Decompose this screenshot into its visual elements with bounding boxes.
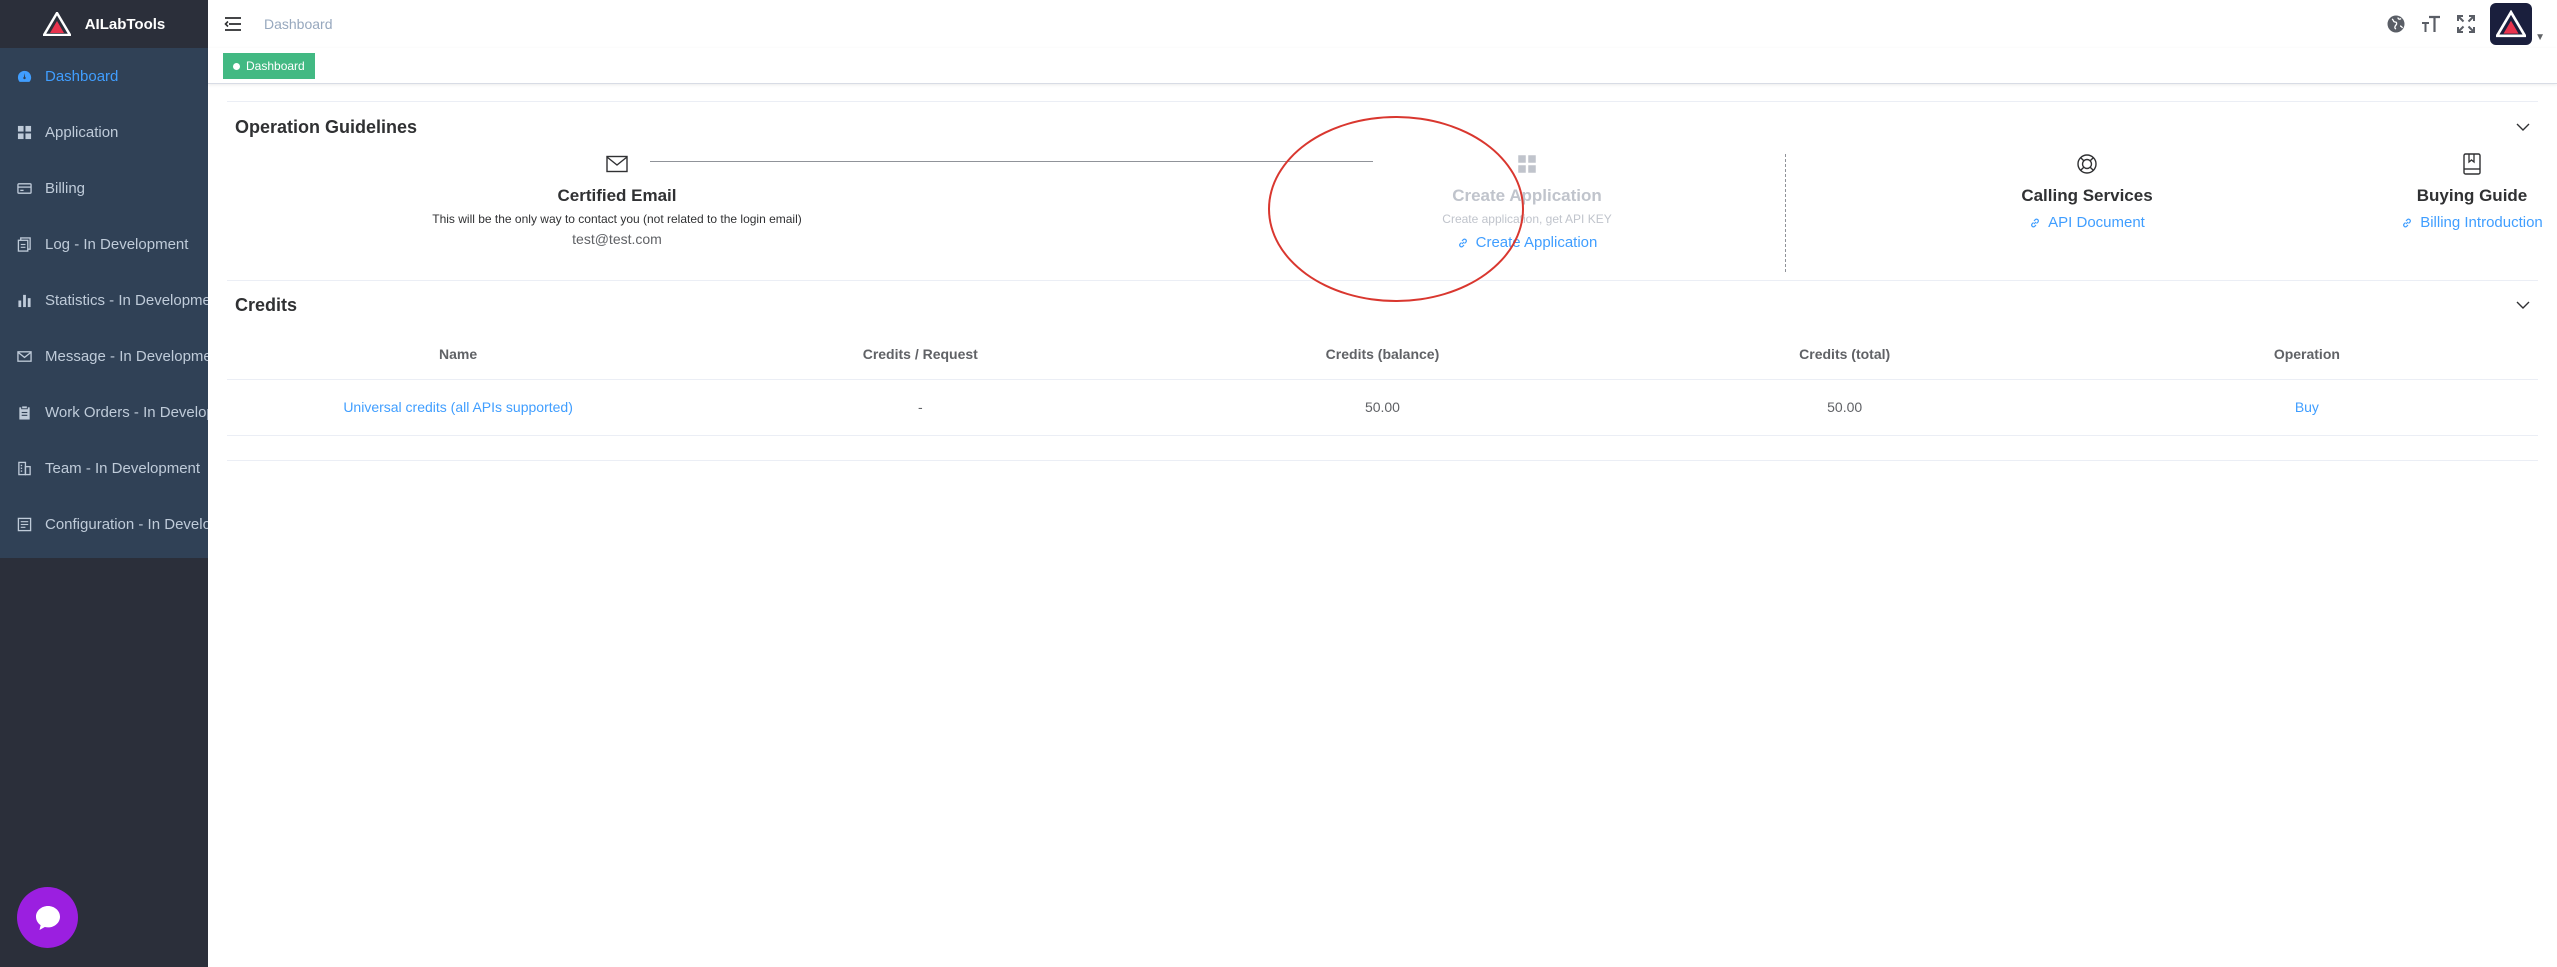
column-header: Credits (total): [1613, 329, 2076, 380]
dashboard-icon: [16, 68, 32, 84]
column-header: Credits (balance): [1151, 329, 1614, 380]
sidebar-item-statistics[interactable]: Statistics - In Development: [0, 272, 208, 328]
fullscreen-icon[interactable]: [2455, 14, 2476, 35]
documents-icon: [16, 236, 32, 252]
main-area: Dashboard ▼ Dashboard Operation Guidelin…: [208, 0, 2557, 967]
sidebar-item-label: Work Orders - In Development: [45, 403, 208, 421]
credits-per-request: -: [689, 379, 1152, 436]
link-icon: [2031, 218, 2040, 227]
sidebar-item-configuration[interactable]: Configuration - In Development: [0, 496, 208, 552]
tag-dashboard[interactable]: Dashboard: [223, 53, 315, 79]
api-document-link[interactable]: API Document: [2029, 214, 2145, 231]
breadcrumb: Dashboard: [264, 16, 333, 32]
buy-button[interactable]: Buy: [2075, 379, 2538, 436]
content: Operation Guidelines Certified Email Thi…: [208, 84, 2557, 461]
tag-label: Dashboard: [246, 59, 305, 73]
sidebar-item-label: Configuration - In Development: [45, 515, 208, 533]
sidebar-item-label: Message - In Development: [45, 347, 208, 365]
table-header-row: Name Credits / Request Credits (balance)…: [227, 329, 2538, 380]
step-title: Calling Services: [2021, 186, 2153, 205]
sidebar-item-label: Team - In Development: [45, 459, 201, 477]
sidebar-item-message[interactable]: Message - In Development: [0, 328, 208, 384]
sidebar-item-label: Billing: [45, 179, 86, 197]
sidebar: AILabTools Dashboard Application Billing…: [0, 0, 208, 967]
step-title: Certified Email: [557, 186, 677, 205]
table-footer-line: [227, 436, 2538, 461]
step-calling-services: Calling Services API Document: [1937, 152, 2237, 234]
step-title: Buying Guide: [2416, 186, 2528, 205]
book-icon: [2460, 152, 2484, 176]
column-header: Credits / Request: [689, 329, 1152, 380]
credits-title: Credits: [235, 294, 298, 315]
step-desc: This will be the only way to contact you…: [432, 212, 802, 226]
sidebar-menu: Dashboard Application Billing Log - In D…: [0, 48, 208, 558]
globe-icon[interactable]: [2385, 14, 2406, 35]
bar-chart-icon: [16, 292, 32, 308]
hamburger-icon[interactable]: [223, 14, 243, 34]
step-divider: [1785, 154, 1786, 272]
email-value: test@test.com: [572, 231, 662, 247]
billing-introduction-link[interactable]: Billing Introduction: [2401, 214, 2543, 231]
brand-name: AILabTools: [84, 15, 166, 33]
sidebar-item-dashboard[interactable]: Dashboard: [0, 48, 208, 104]
column-header: Operation: [2075, 329, 2538, 380]
link-icon: [2403, 218, 2412, 227]
brand-logo-icon: [42, 12, 71, 36]
sidebar-item-label: Log - In Development: [45, 235, 189, 253]
caret-down-icon: ▼: [2535, 32, 2545, 43]
guide-title: Operation Guidelines: [235, 116, 418, 137]
lifebuoy-icon: [2075, 152, 2099, 176]
mail-icon: [605, 152, 629, 176]
chat-widget-button[interactable]: [17, 887, 78, 948]
header-tools: ▼: [2385, 3, 2545, 45]
chat-icon: [35, 905, 60, 930]
grid-icon: [16, 124, 32, 140]
sidebar-item-team[interactable]: Team - In Development: [0, 440, 208, 496]
logo[interactable]: AILabTools: [0, 0, 208, 48]
clipboard-icon: [16, 404, 32, 420]
chevron-down-icon[interactable]: [2514, 118, 2532, 136]
grid-icon: [1515, 152, 1539, 176]
chevron-down-icon[interactable]: [2514, 296, 2532, 314]
dot-icon: [233, 62, 240, 70]
credits-table: Name Credits / Request Credits (balance)…: [227, 329, 2538, 436]
mail-icon: [16, 348, 32, 364]
sidebar-item-label: Application: [45, 123, 119, 141]
building-icon: [16, 460, 32, 476]
column-header: Name: [227, 329, 690, 380]
avatar[interactable]: [2490, 3, 2533, 45]
link-label: API Document: [2048, 214, 2145, 231]
font-size-icon[interactable]: [2420, 14, 2441, 35]
sidebar-item-log[interactable]: Log - In Development: [0, 216, 208, 272]
table-row: Universal credits (all APIs supported) -…: [227, 379, 2538, 436]
sidebar-item-label: Statistics - In Development: [45, 291, 208, 309]
sidebar-item-application[interactable]: Application: [0, 104, 208, 160]
sidebar-item-work-orders[interactable]: Work Orders - In Development: [0, 384, 208, 440]
credit-name-link[interactable]: Universal credits (all APIs supported): [227, 379, 690, 436]
credits-balance: 50.00: [1151, 379, 1614, 436]
navbar: Dashboard ▼: [208, 0, 2557, 48]
step-certified-email: Certified Email This will be the only wa…: [417, 152, 817, 247]
config-icon: [16, 516, 32, 532]
annotation-circle: [1268, 116, 1524, 302]
user-menu[interactable]: ▼: [2490, 3, 2545, 45]
sidebar-item-billing[interactable]: Billing: [0, 160, 208, 216]
card-icon: [16, 180, 32, 196]
tags-view: Dashboard: [208, 48, 2557, 84]
guide-steps: Certified Email This will be the only wa…: [227, 116, 2543, 302]
step-buying-guide: Buying Guide Billing Introduction: [2322, 152, 2557, 234]
link-label: Billing Introduction: [2420, 214, 2543, 231]
sidebar-item-label: Dashboard: [45, 67, 119, 85]
credits-total: 50.00: [1613, 379, 2076, 436]
avatar-logo-icon: [2496, 10, 2527, 38]
